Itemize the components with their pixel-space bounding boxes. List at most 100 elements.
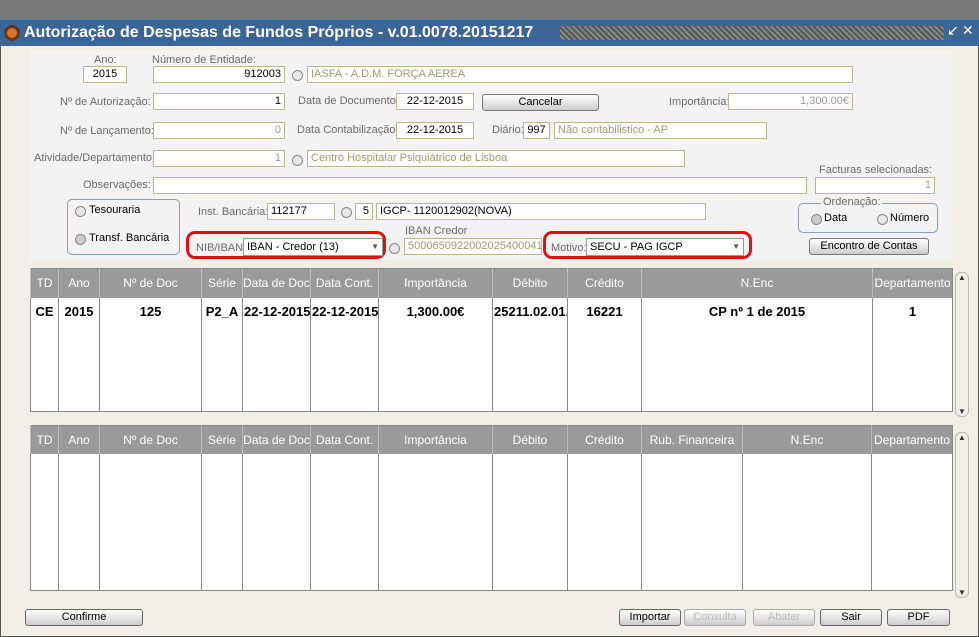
scroll-down-icon[interactable]: ▼ bbox=[956, 407, 968, 416]
diario-field[interactable]: 997 bbox=[523, 122, 550, 139]
entidade-label: Número de Entidade: bbox=[152, 54, 256, 66]
consulta-button[interactable]: Consulta bbox=[684, 609, 746, 626]
table-row[interactable]: CE 2015 125 P2_A 22-12-2015 22-12-2015 1,300.0… bbox=[30, 297, 953, 412]
facturas-label: Facturas selecionadas: bbox=[819, 164, 933, 176]
table-bottom: TD Ano Nº de Doc Série Data de Doc Data Cont.… bbox=[30, 425, 953, 591]
column-header[interactable]: N.Enc bbox=[742, 425, 872, 454]
lookup-icon[interactable] bbox=[292, 70, 303, 81]
table-cell: 2015 bbox=[58, 297, 100, 412]
atividade-field: 1 bbox=[153, 150, 285, 167]
scrollbar-top[interactable]: ▲ ▼ bbox=[955, 272, 969, 417]
column-header[interactable]: TD bbox=[30, 268, 59, 298]
autorizacao-field[interactable]: 1 bbox=[153, 93, 285, 110]
app-logo-icon bbox=[4, 25, 20, 41]
table-cell: 22-12-2015 bbox=[242, 297, 311, 412]
diario-label: Diário: bbox=[492, 124, 524, 136]
motivo-select[interactable]: SECU - PAG IGCP bbox=[586, 238, 744, 256]
ano-field[interactable]: 2015 bbox=[83, 66, 127, 83]
data-doc-label: Data de Documento: bbox=[298, 95, 399, 107]
title-drag-handle[interactable] bbox=[560, 26, 944, 40]
column-header[interactable]: Rub. Financeira bbox=[641, 425, 743, 454]
nib-select[interactable]: IBAN - Credor (13) bbox=[243, 238, 383, 256]
column-header[interactable]: Ano bbox=[58, 268, 100, 298]
atividade-nome-field: Centro Hospitalar Psiquiátrico de Lisboa bbox=[307, 150, 685, 167]
table-cell: 25211.02.01. bbox=[492, 297, 568, 412]
confirme-button[interactable]: Confirme bbox=[25, 609, 143, 626]
column-header[interactable]: TD bbox=[30, 425, 59, 454]
table-cell bbox=[58, 453, 100, 591]
abater-button[interactable]: Abater bbox=[753, 609, 815, 626]
entidade-nome-field: IASFA - A.D.M. FORÇA AEREA bbox=[307, 66, 853, 83]
ord-data-radio[interactable] bbox=[811, 214, 822, 225]
pdf-button[interactable]: PDF bbox=[887, 609, 950, 626]
table-cell: 1,300.00€ bbox=[378, 297, 493, 412]
data-contab-label: Data Contabilização: bbox=[297, 124, 399, 136]
table-cell: 1 bbox=[872, 297, 953, 412]
lancamento-field: 0 bbox=[153, 122, 285, 139]
column-header[interactable]: Data Cont. bbox=[310, 425, 379, 454]
column-header[interactable]: Nº de Doc bbox=[99, 268, 202, 298]
tesouraria-radio[interactable] bbox=[75, 206, 86, 217]
inst-nome-field: IGCP- 1120012902(NOVA) bbox=[376, 203, 706, 220]
entidade-field[interactable]: 912003 bbox=[153, 66, 285, 83]
column-header[interactable]: Data de Doc. bbox=[242, 268, 311, 298]
column-header[interactable]: Crédito bbox=[567, 425, 642, 454]
importar-button[interactable]: Importar bbox=[619, 609, 681, 626]
column-header[interactable]: Série bbox=[201, 268, 243, 298]
column-header[interactable]: Departamento bbox=[871, 425, 953, 454]
lookup-icon[interactable] bbox=[389, 243, 400, 254]
table-cell bbox=[378, 453, 493, 591]
column-header[interactable]: Débito bbox=[492, 268, 568, 298]
column-header[interactable]: Departamento bbox=[872, 268, 953, 298]
inst-label: Inst. Bancária: bbox=[198, 206, 269, 218]
column-header[interactable]: Série bbox=[201, 425, 243, 454]
scroll-up-icon[interactable]: ▲ bbox=[956, 273, 968, 282]
inst-field[interactable]: 112177 bbox=[267, 203, 335, 220]
column-header[interactable]: Nº de Doc bbox=[99, 425, 202, 454]
sair-button[interactable]: Sair bbox=[820, 609, 882, 626]
column-header[interactable]: N.Enc bbox=[641, 268, 873, 298]
lookup-icon[interactable] bbox=[292, 155, 303, 166]
column-header[interactable]: Débito bbox=[492, 425, 568, 454]
transf-radio[interactable] bbox=[75, 234, 86, 245]
lookup-icon[interactable] bbox=[341, 207, 352, 218]
table-cell bbox=[567, 453, 642, 591]
nib-label: NIB/IBAN bbox=[196, 242, 244, 254]
scroll-down-icon[interactable]: ▼ bbox=[956, 588, 968, 597]
column-header[interactable]: Data Cont. bbox=[310, 268, 379, 298]
table-cell bbox=[742, 453, 872, 591]
atividade-label: Atividade/Departamento: bbox=[34, 152, 156, 164]
column-header[interactable]: Ano bbox=[58, 425, 100, 454]
column-header[interactable]: Importância bbox=[378, 425, 493, 454]
encontro-contas-button[interactable]: Encontro de Contas bbox=[809, 238, 929, 255]
table-cell bbox=[201, 453, 243, 591]
facturas-field: 1 bbox=[815, 177, 935, 194]
observacoes-label: Observações: bbox=[83, 179, 151, 191]
ord-numero-label: Número bbox=[890, 212, 930, 224]
tesouraria-label: Tesouraria bbox=[89, 204, 141, 216]
autorizacao-label: Nº de Autorização: bbox=[60, 96, 151, 108]
table-cell bbox=[30, 453, 59, 591]
importancia-label: Importância: bbox=[669, 96, 730, 108]
column-header[interactable]: Data de Doc bbox=[242, 425, 311, 454]
scrollbar-bottom[interactable]: ▲ ▼ bbox=[955, 432, 969, 598]
inst-num-field: 5 bbox=[355, 203, 373, 220]
data-doc-field[interactable]: 22-12-2015 bbox=[396, 93, 474, 110]
scroll-up-icon[interactable]: ▲ bbox=[956, 433, 968, 442]
ord-numero-radio[interactable] bbox=[877, 214, 888, 225]
ano-label: Ano: bbox=[94, 54, 117, 66]
table-cell bbox=[242, 453, 311, 591]
column-header[interactable]: Importância bbox=[378, 268, 493, 298]
minimize-icon[interactable]: ↙ bbox=[947, 22, 959, 39]
data-contab-field[interactable]: 22-12-2015 bbox=[396, 122, 474, 139]
close-icon[interactable]: ✕ bbox=[962, 22, 974, 39]
table-cell bbox=[492, 453, 568, 591]
table-cell: CP nº 1 de 2015 bbox=[641, 297, 873, 412]
observacoes-field[interactable] bbox=[153, 177, 807, 194]
cancelar-button[interactable]: Cancelar bbox=[482, 94, 599, 111]
table-cell: CE bbox=[30, 297, 59, 412]
table-cell: 16221 bbox=[567, 297, 642, 412]
transf-label: Transf. Bancária bbox=[89, 232, 170, 244]
column-header[interactable]: Crédito bbox=[567, 268, 642, 298]
table-cell bbox=[310, 453, 379, 591]
